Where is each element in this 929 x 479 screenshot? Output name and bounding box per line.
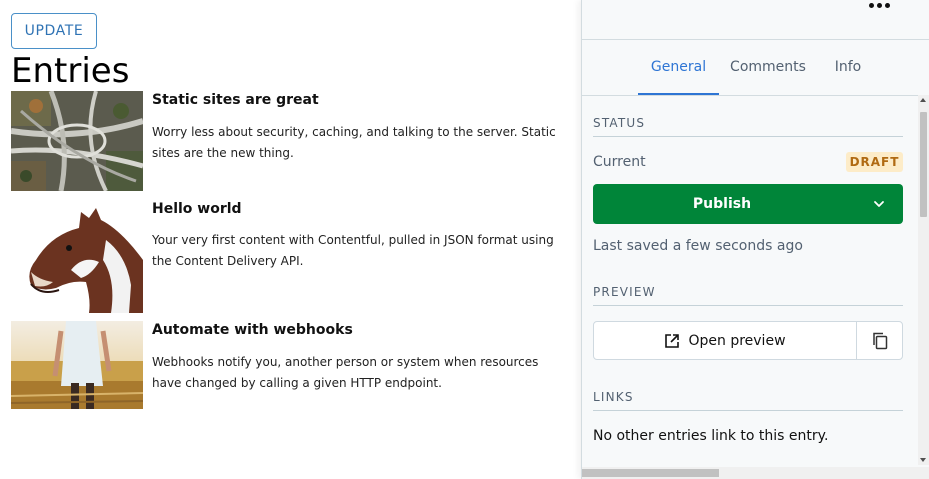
page-title: Entries (11, 51, 130, 91)
preview-heading: PREVIEW (593, 285, 903, 306)
horse-head-image (11, 200, 143, 313)
chevron-down-icon[interactable] (873, 198, 885, 210)
publish-button[interactable]: Publish (593, 184, 903, 224)
status-badge: DRAFT (846, 152, 903, 172)
entry-title: Hello world (152, 201, 242, 217)
sidebar-header (582, 0, 929, 40)
status-heading: STATUS (593, 116, 903, 137)
entry-item[interactable]: Static sites are great Worry less about … (11, 91, 571, 191)
entry-thumbnail (11, 321, 143, 409)
vertical-scrollbar[interactable] (918, 95, 929, 465)
links-heading: LINKS (593, 390, 903, 411)
scrollbar-thumb[interactable] (920, 112, 927, 217)
preview-actions: Open preview (593, 321, 903, 360)
open-preview-button[interactable]: Open preview (594, 322, 856, 359)
scrollbar-thumb[interactable] (582, 469, 719, 477)
open-preview-label: Open preview (688, 332, 786, 349)
copy-preview-button[interactable] (856, 322, 903, 359)
publish-button-label: Publish (692, 196, 752, 212)
tab-general[interactable]: General (638, 40, 719, 95)
more-horizontal-icon[interactable] (869, 2, 891, 8)
scroll-down-arrow-icon[interactable] (920, 458, 926, 462)
copy-icon (873, 332, 888, 349)
horizontal-scrollbar[interactable] (582, 467, 929, 479)
entry-item[interactable]: Automate with webhooks Webhooks notify y… (11, 321, 571, 409)
wheat-field-image (11, 321, 143, 409)
scroll-up-arrow-icon[interactable] (920, 98, 926, 102)
entry-sidebar: General Comments Info STATUS Current DRA… (581, 0, 929, 479)
entry-description: Worry less about security, caching, and … (152, 125, 556, 160)
entry-description: Your very first content with Contentful,… (152, 233, 554, 268)
entry-title: Static sites are great (152, 92, 319, 108)
entry-thumbnail (11, 91, 143, 191)
last-saved-text: Last saved a few seconds ago (593, 238, 803, 254)
entry-title: Automate with webhooks (152, 322, 353, 338)
links-text: No other entries link to this entry. (593, 428, 829, 444)
current-label: Current (593, 154, 646, 170)
update-button[interactable]: UPDATE (11, 13, 97, 49)
external-link-icon (665, 333, 680, 348)
entry-item[interactable]: Hello world Your very first content with… (11, 200, 571, 313)
tab-info[interactable]: Info (820, 40, 876, 94)
sidebar-tabs: General Comments Info (582, 40, 929, 96)
entry-description: Webhooks notify you, another person or s… (152, 355, 539, 390)
tab-comments[interactable]: Comments (722, 40, 814, 94)
entries-panel: UPDATE Entries Static sites are great Wo… (0, 0, 581, 479)
highway-interchange-image (11, 91, 143, 191)
entry-thumbnail (11, 200, 143, 313)
